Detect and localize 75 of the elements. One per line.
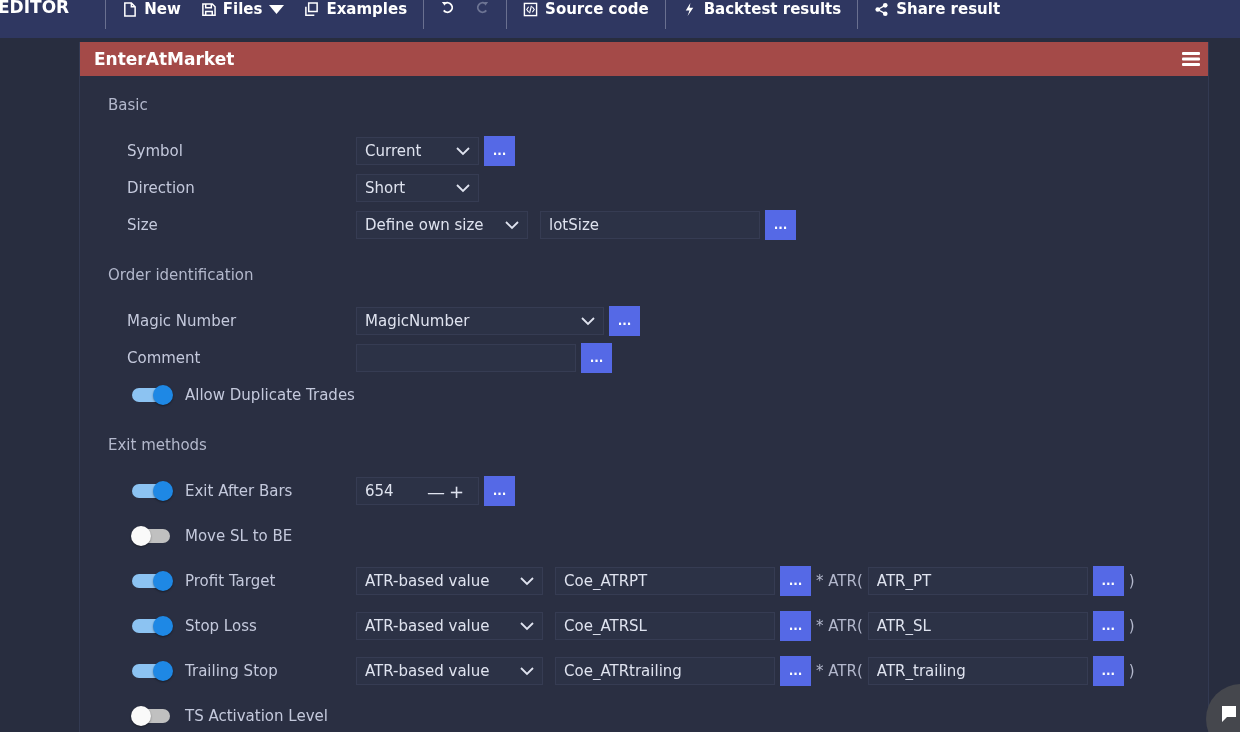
- input-field[interactable]: ATR_PT: [867, 567, 1088, 595]
- panel-title: EnterAtMarket: [94, 49, 235, 69]
- toolbar-button[interactable]: Backtest results: [671, 0, 852, 18]
- more-button[interactable]: ...: [1092, 611, 1124, 641]
- toggle-switch[interactable]: [131, 385, 173, 405]
- dropdown[interactable]: Current: [356, 137, 479, 165]
- field-label: Magic Number: [127, 312, 237, 330]
- more-button[interactable]: ...: [765, 210, 796, 240]
- dropdown[interactable]: Short: [356, 174, 479, 202]
- formula-text: * ATR(: [816, 617, 863, 635]
- field-label: Move SL to BE: [185, 527, 293, 545]
- more-button[interactable]: ...: [581, 343, 612, 373]
- section-title: Basic: [108, 96, 149, 116]
- section-title: Exit methods: [108, 436, 208, 456]
- toggle-switch[interactable]: [131, 481, 173, 501]
- dropdown[interactable]: MagicNumber: [356, 307, 604, 335]
- toggle-switch[interactable]: [131, 616, 173, 636]
- field-label: Size: [127, 216, 158, 234]
- number-stepper[interactable]: 654 — +: [356, 477, 479, 505]
- formula-text: ): [1128, 662, 1135, 680]
- field-label: TS Activation Level: [185, 707, 328, 725]
- toolbar-button[interactable]: Source code: [513, 0, 659, 18]
- more-button[interactable]: ...: [484, 136, 515, 166]
- toolbar-button[interactable]: New: [112, 0, 191, 18]
- decrement-button[interactable]: —: [425, 480, 447, 502]
- toolbar-button[interactable]: Examples: [294, 0, 418, 18]
- more-button[interactable]: ...: [1092, 566, 1124, 596]
- copy-icon: [304, 1, 320, 17]
- formula-text: ): [1128, 572, 1135, 590]
- chevron-down-icon: [505, 220, 519, 230]
- increment-button[interactable]: +: [447, 480, 467, 502]
- field-label: Stop Loss: [185, 617, 257, 635]
- brand-title: EDITOR: [0, 0, 71, 14]
- section-title: Order identification: [108, 266, 255, 286]
- chevron-down-icon: [456, 146, 470, 156]
- more-button[interactable]: ...: [780, 611, 811, 641]
- field-label: Direction: [127, 179, 195, 197]
- field-label: Allow Duplicate Trades: [185, 386, 355, 404]
- dropdown[interactable]: Define own size: [356, 211, 528, 239]
- menu-icon[interactable]: [1182, 52, 1200, 66]
- formula-text: * ATR(: [816, 662, 863, 680]
- chevron-down-icon: [581, 316, 595, 326]
- input-field[interactable]: ATR_SL: [867, 612, 1088, 640]
- chevron-down-icon: [520, 576, 534, 586]
- page-icon: [122, 1, 138, 17]
- more-button[interactable]: ...: [780, 566, 811, 596]
- input-field[interactable]: Coe_ATRPT: [555, 567, 775, 595]
- field-label: Trailing Stop: [185, 662, 278, 680]
- code-icon: [523, 1, 539, 17]
- more-button[interactable]: ...: [1092, 656, 1124, 686]
- input-field[interactable]: lotSize: [540, 211, 760, 239]
- more-button[interactable]: ...: [609, 306, 640, 336]
- field-label: Exit After Bars: [185, 482, 293, 500]
- dropdown[interactable]: ATR-based value: [356, 567, 543, 595]
- input-field[interactable]: ATR_trailing: [867, 657, 1088, 685]
- chevron-down-icon: [520, 666, 534, 676]
- share-icon: [874, 1, 890, 17]
- dropdown[interactable]: ATR-based value: [356, 657, 543, 685]
- more-button[interactable]: ...: [780, 656, 811, 686]
- toolbar-button[interactable]: Share result: [864, 0, 1011, 18]
- dropdown[interactable]: ATR-based value: [356, 612, 543, 640]
- chat-icon: [1222, 706, 1236, 722]
- input-field[interactable]: Coe_ATRtrailing: [555, 657, 775, 685]
- input-field[interactable]: Coe_ATRSL: [555, 612, 775, 640]
- formula-text: * ATR(: [816, 572, 863, 590]
- toolbar-button[interactable]: Files: [190, 0, 295, 18]
- field-label: Profit Target: [185, 572, 276, 590]
- more-button[interactable]: ...: [484, 476, 515, 506]
- chevron-down-icon: [456, 183, 470, 193]
- toggle-switch[interactable]: [131, 571, 173, 591]
- field-label: Symbol: [127, 142, 183, 160]
- chevron-down-icon: [520, 621, 534, 631]
- formula-text: ): [1128, 617, 1135, 635]
- toggle-switch[interactable]: [131, 661, 173, 681]
- field-label: Comment: [127, 349, 201, 367]
